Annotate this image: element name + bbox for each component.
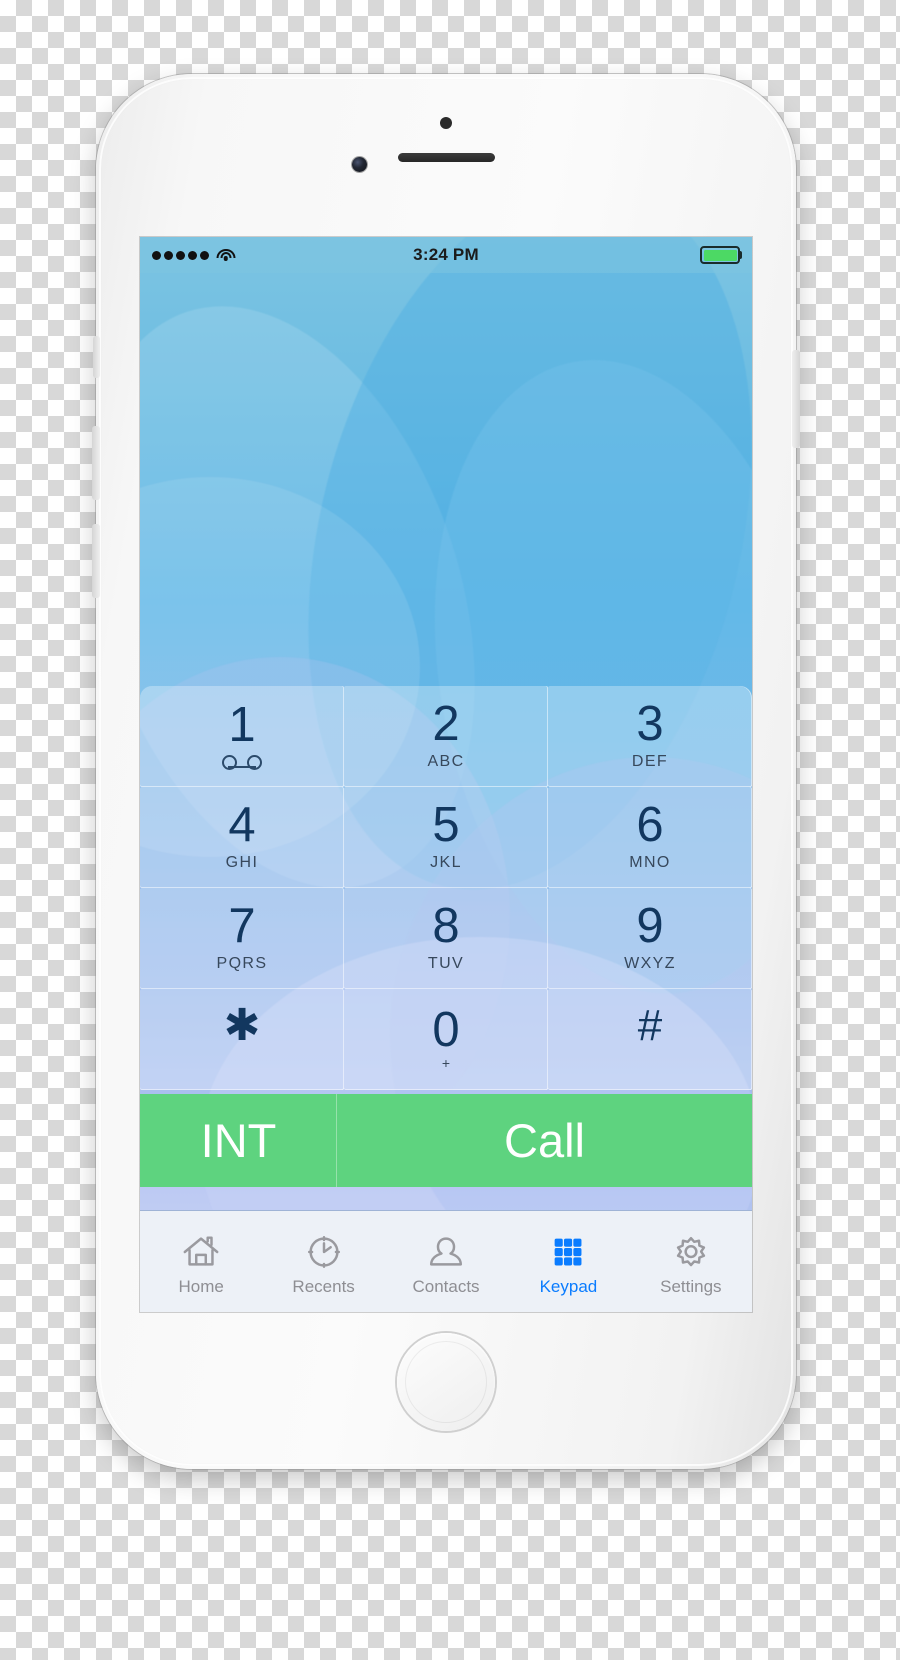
person-icon [425, 1232, 467, 1272]
keypad-key-2[interactable]: 2 ABC [344, 686, 548, 787]
home-icon [180, 1232, 222, 1272]
keypad-digit: 6 [636, 798, 664, 853]
keypad-digit: ✱ [223, 1001, 261, 1051]
tab-bar: Home Recents Contacts Keypad Settings [140, 1210, 752, 1312]
keypad-digit: 9 [636, 899, 664, 954]
front-camera-icon [352, 157, 367, 172]
tab-recents[interactable]: Recents [262, 1211, 384, 1312]
keypad-digit: 8 [432, 899, 460, 954]
phone-device: 3:24 PM 1 2 ABC 3 DEF 4 GHI 5 JKL 6 MNO 7 PQRS 8 TUV 9 W… [92, 74, 800, 1469]
keypad-letters: ABC [427, 752, 465, 770]
international-button[interactable]: INT [140, 1094, 337, 1187]
keypad-row: 4 GHI 5 JKL 6 MNO [140, 787, 752, 888]
keypad-row: 1 2 ABC 3 DEF [140, 686, 752, 787]
keypad-row: ✱ 0 + # [140, 989, 752, 1090]
battery-icon [700, 246, 742, 264]
voicemail-icon [222, 754, 262, 770]
dialer-keypad: 1 2 ABC 3 DEF 4 GHI 5 JKL 6 MNO 7 PQRS 8 TUV 9 WXYZ ✱ 0 + # [140, 686, 752, 1090]
tab-label: Keypad [539, 1277, 598, 1296]
call-button[interactable]: Call [337, 1094, 752, 1187]
keypad-key-6[interactable]: 6 MNO [548, 787, 752, 888]
tab-keypad[interactable]: Keypad [507, 1211, 629, 1312]
keypad-letters: DEF [631, 752, 669, 770]
keypad-key-9[interactable]: 9 WXYZ [548, 888, 752, 989]
volume-up-button[interactable] [92, 426, 100, 500]
gear-icon [670, 1232, 712, 1272]
keypad-letters: PQRS [216, 954, 268, 972]
tab-home[interactable]: Home [140, 1211, 262, 1312]
status-time: 3:24 PM [413, 245, 479, 264]
silent-switch[interactable] [93, 336, 100, 378]
keypad-key-8[interactable]: 8 TUV [344, 888, 548, 989]
keypad-digit: 7 [228, 899, 256, 954]
keypad-key-0[interactable]: 0 + [344, 989, 548, 1090]
keypad-digit: 2 [432, 697, 460, 752]
tab-settings[interactable]: Settings [630, 1211, 752, 1312]
keypad-key-7[interactable]: 7 PQRS [140, 888, 344, 989]
phone-screen: 3:24 PM 1 2 ABC 3 DEF 4 GHI 5 JKL 6 MNO 7 PQRS 8 TUV 9 W… [140, 237, 752, 1312]
status-bar: 3:24 PM [140, 237, 752, 273]
volume-down-button[interactable] [92, 524, 100, 598]
keypad-digit: # [637, 1001, 663, 1051]
earpiece-speaker [398, 153, 495, 162]
keypad-key-4[interactable]: 4 GHI [140, 787, 344, 888]
keypad-letters: WXYZ [624, 954, 676, 972]
keypad-letters: TUV [427, 954, 465, 972]
keypad-key-5[interactable]: 5 JKL [344, 787, 548, 888]
keypad-row: 7 PQRS 8 TUV 9 WXYZ [140, 888, 752, 989]
keypad-letters: MNO [629, 853, 671, 871]
clock-icon [303, 1232, 345, 1272]
keypad-letters: JKL [430, 853, 462, 871]
keypad-digit: 1 [228, 698, 256, 753]
tab-label: Recents [292, 1277, 355, 1296]
action-buttons: INT Call [140, 1094, 752, 1187]
keypad-letters: + [441, 1055, 451, 1072]
keypad-key-3[interactable]: 3 DEF [548, 686, 752, 787]
keypad-key-1[interactable]: 1 [140, 686, 344, 787]
keypad-key-hash[interactable]: # [548, 989, 752, 1090]
keypad-digit: 4 [228, 798, 256, 853]
keypad-icon [547, 1232, 589, 1272]
keypad-digit: 3 [636, 697, 664, 752]
microphone-icon [440, 117, 452, 129]
keypad-digit: 0 [432, 1002, 460, 1057]
tab-label: Settings [660, 1277, 722, 1296]
tab-label: Home [178, 1277, 224, 1296]
keypad-letters: GHI [225, 853, 259, 871]
keypad-digit: 5 [432, 798, 460, 853]
tab-contacts[interactable]: Contacts [385, 1211, 507, 1312]
tab-label: Contacts [412, 1277, 480, 1296]
keypad-key-star[interactable]: ✱ [140, 989, 344, 1090]
power-button[interactable] [792, 350, 800, 448]
home-button[interactable] [397, 1333, 495, 1431]
